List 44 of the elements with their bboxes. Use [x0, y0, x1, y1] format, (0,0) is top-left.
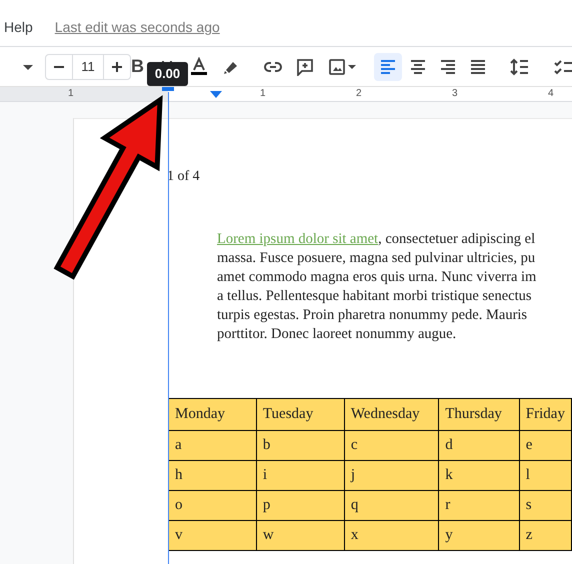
table-cell: j — [344, 460, 439, 490]
last-edit-link[interactable]: Last edit was seconds ago — [54, 19, 220, 35]
table-cell: h — [168, 460, 256, 490]
table-cell: d — [438, 430, 520, 460]
column-header: Friday — [519, 398, 572, 430]
ruler-number: 1 — [68, 87, 74, 100]
bold-button[interactable]: B — [127, 56, 148, 77]
ruler-number: 4 — [548, 87, 554, 100]
table-cell: y — [438, 520, 520, 550]
column-header: Thursday — [438, 398, 520, 430]
column-header: Monday — [168, 398, 256, 430]
table-cell: w — [256, 520, 344, 550]
ruler-number: 1 — [260, 87, 266, 100]
paragraph-line: amet commodo magna eros quis urna. Nunc viverra im — [217, 268, 536, 287]
table-cell: r — [438, 490, 520, 520]
paragraph-line: massa. Fusce posuere, magna sed pulvinar ultricies, pu — [217, 249, 536, 268]
paragraph-line: a tellus. Pellentesque habitant morbi tristique senectus — [217, 287, 532, 306]
paragraph-line: turpis egestas. Proin pharetra nonummy pede. Mauris — [217, 306, 528, 325]
paragraph-line: porttitor. Donec laoreet nonummy augue. — [217, 325, 456, 344]
table-cell: p — [256, 490, 344, 520]
table-cell: z — [519, 520, 572, 550]
table-cell: s — [519, 490, 572, 520]
paragraph-line: Lorem ipsum dolor sit amet, consectetuer adipiscing el — [217, 230, 536, 249]
table-cell: x — [344, 520, 439, 550]
page-number: 1 of 4 — [167, 168, 200, 186]
table-cell: k — [438, 460, 520, 490]
column-header: Wednesday — [344, 398, 439, 430]
table-cell: i — [256, 460, 344, 490]
align-left-icon[interactable] — [374, 52, 402, 80]
menu-item[interactable]: Help — [4, 19, 33, 35]
ruler-tooltip: 0.00 — [147, 62, 188, 86]
table-cell: a — [168, 430, 256, 460]
table-cell: v — [168, 520, 256, 550]
table-cell: o — [168, 490, 256, 520]
ruler-number: 3 — [452, 87, 458, 100]
margin-marker[interactable] — [162, 87, 174, 91]
table-cell: l — [519, 460, 572, 490]
table-cell: e — [519, 430, 572, 460]
column-header: Tuesday — [256, 398, 344, 430]
ruler-number: 2 — [356, 87, 362, 100]
table-cell: b — [256, 430, 344, 460]
indent-marker[interactable] — [210, 91, 222, 98]
table-cell: c — [344, 430, 439, 460]
table-cell: q — [344, 490, 439, 520]
